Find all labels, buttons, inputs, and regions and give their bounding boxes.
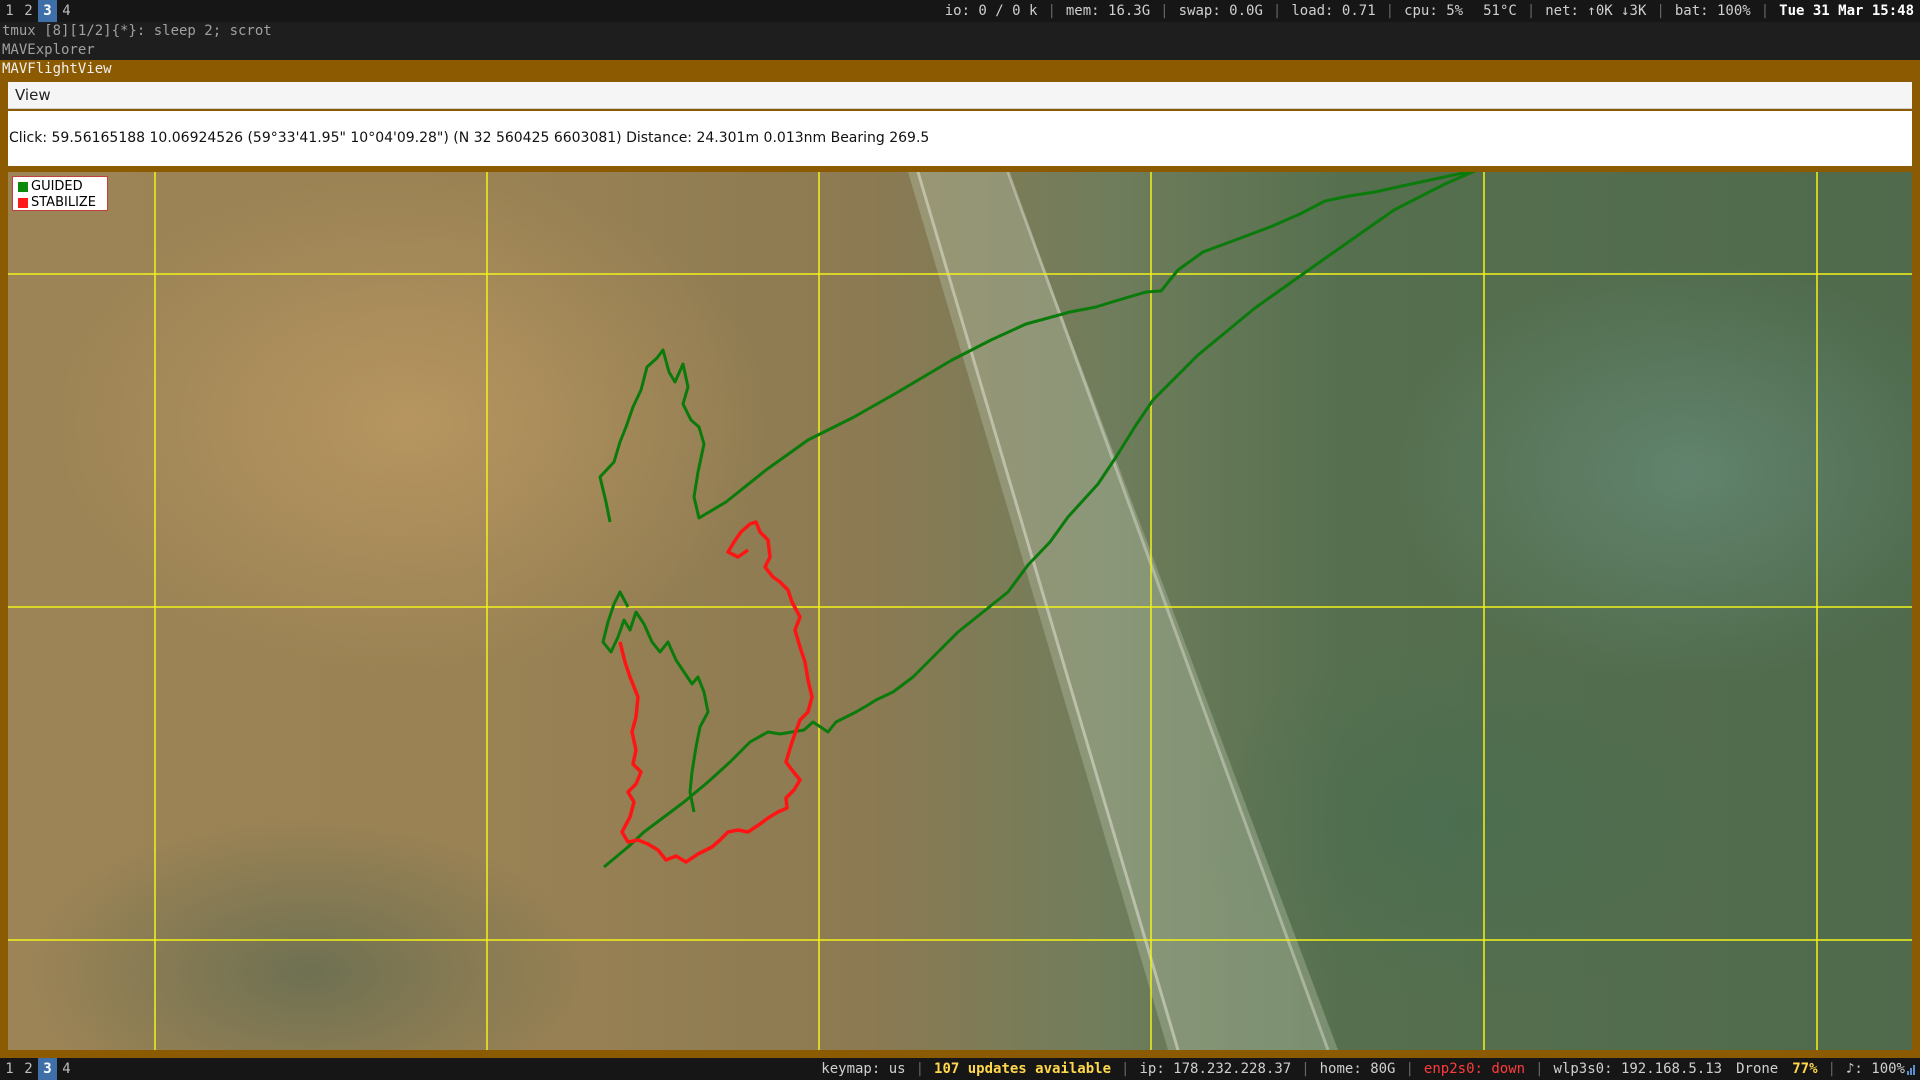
ip-status: ip: 178.232.228.37 xyxy=(1139,1061,1292,1077)
app-title: MAVExplorer xyxy=(0,41,1920,60)
net-status: net: ↑0K ↓3K xyxy=(1545,3,1647,19)
flightview-window: MAVFlightView View Click: 59.56165188 10… xyxy=(0,60,1920,1058)
io-status: io: 0 / 0 k xyxy=(944,3,1038,19)
workspace-2[interactable]: 2 xyxy=(19,0,38,22)
separator: | xyxy=(1760,3,1770,19)
separator: | xyxy=(915,1061,925,1077)
separator: | xyxy=(1385,3,1395,19)
workspace-4[interactable]: 4 xyxy=(57,1058,76,1080)
legend-label-guided: GUIDED xyxy=(31,179,83,194)
separator: | xyxy=(1272,3,1282,19)
ethernet-status: enp2s0: down xyxy=(1423,1061,1526,1077)
workspace-3-active[interactable]: 3 xyxy=(38,0,57,22)
home-disk-status: home: 80G xyxy=(1319,1061,1396,1077)
guided-track-lower xyxy=(601,590,710,813)
top-status-bar: 1 2 3 4 io: 0 / 0 k | mem: 16.3G | swap:… xyxy=(0,0,1920,22)
map-canvas[interactable] xyxy=(8,172,1912,1050)
separator: | xyxy=(1827,1061,1836,1077)
workspace-2[interactable]: 2 xyxy=(19,1058,38,1080)
workspace-switcher: 1 2 3 4 xyxy=(0,0,76,22)
workspace-switcher-bottom: 1 2 3 4 xyxy=(0,1058,76,1080)
workspace-3-active[interactable]: 3 xyxy=(38,1058,57,1080)
wifi-status: wlp3s0: 192.168.5.13 xyxy=(1553,1061,1723,1077)
workspace-1[interactable]: 1 xyxy=(0,1058,19,1080)
volume-status: ♪: 100% xyxy=(1845,1061,1905,1077)
wifi-strength: 77% xyxy=(1792,1061,1818,1077)
separator: | xyxy=(1301,1061,1310,1077)
separator: | xyxy=(1535,1061,1544,1077)
flight-mode-legend: GUIDED STABILIZE xyxy=(12,176,108,211)
legend-swatch-stabilize xyxy=(18,198,28,208)
separator: | xyxy=(1526,3,1536,19)
battery-status: bat: 100% xyxy=(1674,3,1751,19)
mem-status: mem: 16.3G xyxy=(1065,3,1151,19)
separator: | xyxy=(1047,3,1056,19)
temp-status: 51°C xyxy=(1483,3,1517,19)
cpu-status: cpu: 5% xyxy=(1404,3,1464,19)
signal-bars-icon xyxy=(1907,1065,1915,1075)
stabilize-track xyxy=(618,520,814,864)
load-status: load: 0.71 xyxy=(1291,3,1376,19)
updates-status: 107 updates available xyxy=(934,1061,1112,1077)
click-info-text: Click: 59.56165188 10.06924526 (59°33'41… xyxy=(9,130,930,146)
clock: Tue 31 Mar 15:48 xyxy=(1779,3,1914,19)
swap-status: swap: 0.0G xyxy=(1178,3,1263,19)
separator: | xyxy=(1656,3,1665,19)
separator: | xyxy=(1160,3,1169,19)
keymap-status: keymap: us xyxy=(821,1061,906,1077)
map-overlay xyxy=(8,172,1912,1050)
legend-label-stabilize: STABILIZE xyxy=(31,195,97,210)
separator: | xyxy=(1405,1061,1414,1077)
wifi-name: Drone xyxy=(1736,1061,1779,1077)
separator: | xyxy=(1121,1061,1130,1077)
legend-item-stabilize: STABILIZE xyxy=(13,196,107,210)
legend-item-guided: GUIDED xyxy=(13,180,107,194)
click-info-panel: Click: 59.56165188 10.06924526 (59°33'41… xyxy=(8,111,1912,166)
workspace-1[interactable]: 1 xyxy=(0,0,19,22)
bottom-status-bar: 1 2 3 4 keymap: us | 107 updates availab… xyxy=(0,1058,1920,1080)
workspace-4[interactable]: 4 xyxy=(57,0,76,22)
view-menu[interactable]: View xyxy=(15,86,51,104)
window-title: MAVFlightView xyxy=(2,61,112,77)
menu-bar: View xyxy=(8,82,1912,109)
legend-swatch-guided xyxy=(18,182,28,192)
tmux-status-line: tmux [8][1/2]{*}: sleep 2; scrot xyxy=(0,22,1920,41)
road-stripe xyxy=(908,172,1338,1050)
